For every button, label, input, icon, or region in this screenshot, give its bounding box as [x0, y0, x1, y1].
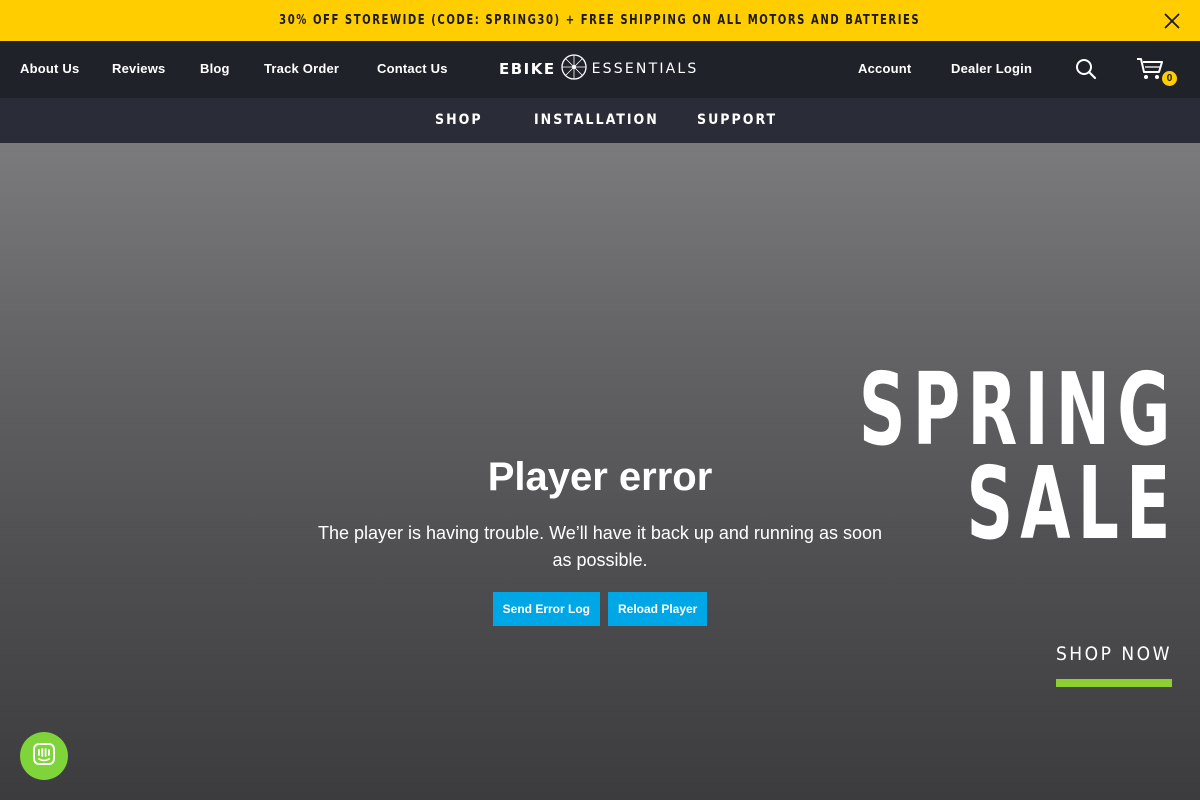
- main-header: About Us Reviews Blog Track Order Contac…: [0, 41, 1200, 98]
- nav-track-order[interactable]: Track Order: [264, 61, 339, 76]
- subnav-shop[interactable]: SHOP: [435, 112, 483, 128]
- account-link[interactable]: Account: [858, 61, 911, 76]
- hero-title-line1: SPRING: [859, 351, 1178, 468]
- player-error-actions: Send Error Log Reload Player: [300, 592, 900, 626]
- announcement-text: 30% OFF STOREWIDE (CODE: SPRING30) + FRE…: [279, 13, 921, 28]
- logo-word-ebike: EBIKE: [499, 60, 556, 78]
- category-nav: SHOP INSTALLATION SUPPORT: [0, 98, 1200, 143]
- cart-count-badge: 0: [1162, 71, 1177, 86]
- player-error-title: Player error: [487, 455, 713, 499]
- chat-icon: [32, 742, 56, 771]
- player-error-panel: Player error The player is having troubl…: [300, 455, 900, 626]
- announcement-bar: 30% OFF STOREWIDE (CODE: SPRING30) + FRE…: [0, 0, 1200, 41]
- logo-word-essentials: ESSENTIALS: [591, 61, 699, 77]
- site-logo[interactable]: EBIKE ESSENTIALS: [499, 53, 699, 86]
- nav-about-us[interactable]: About Us: [20, 61, 79, 76]
- shop-now-button[interactable]: SHOP NOW: [1055, 643, 1172, 687]
- reload-player-button[interactable]: Reload Player: [607, 592, 708, 626]
- bicycle-wheel-icon: [560, 53, 588, 86]
- hero-title: SPRING SALE: [859, 351, 1178, 562]
- nav-contact-us[interactable]: Contact Us: [377, 61, 448, 76]
- hero-title-line2: SALE: [966, 445, 1178, 562]
- dealer-login-link[interactable]: Dealer Login: [951, 61, 1032, 76]
- send-error-log-button[interactable]: Send Error Log: [492, 592, 600, 626]
- hero-banner: SPRING SALE SHOP NOW Player error The pl…: [0, 143, 1200, 800]
- player-error-message: The player is having trouble. We’ll have…: [317, 523, 882, 570]
- nav-blog[interactable]: Blog: [200, 61, 230, 76]
- close-icon[interactable]: [1164, 13, 1180, 29]
- nav-reviews[interactable]: Reviews: [112, 61, 165, 76]
- search-icon[interactable]: [1075, 58, 1097, 85]
- cart-icon[interactable]: [1136, 56, 1164, 87]
- subnav-support[interactable]: SUPPORT: [697, 112, 777, 128]
- subnav-installation[interactable]: INSTALLATION: [534, 112, 659, 128]
- chat-launcher-button[interactable]: [20, 732, 68, 780]
